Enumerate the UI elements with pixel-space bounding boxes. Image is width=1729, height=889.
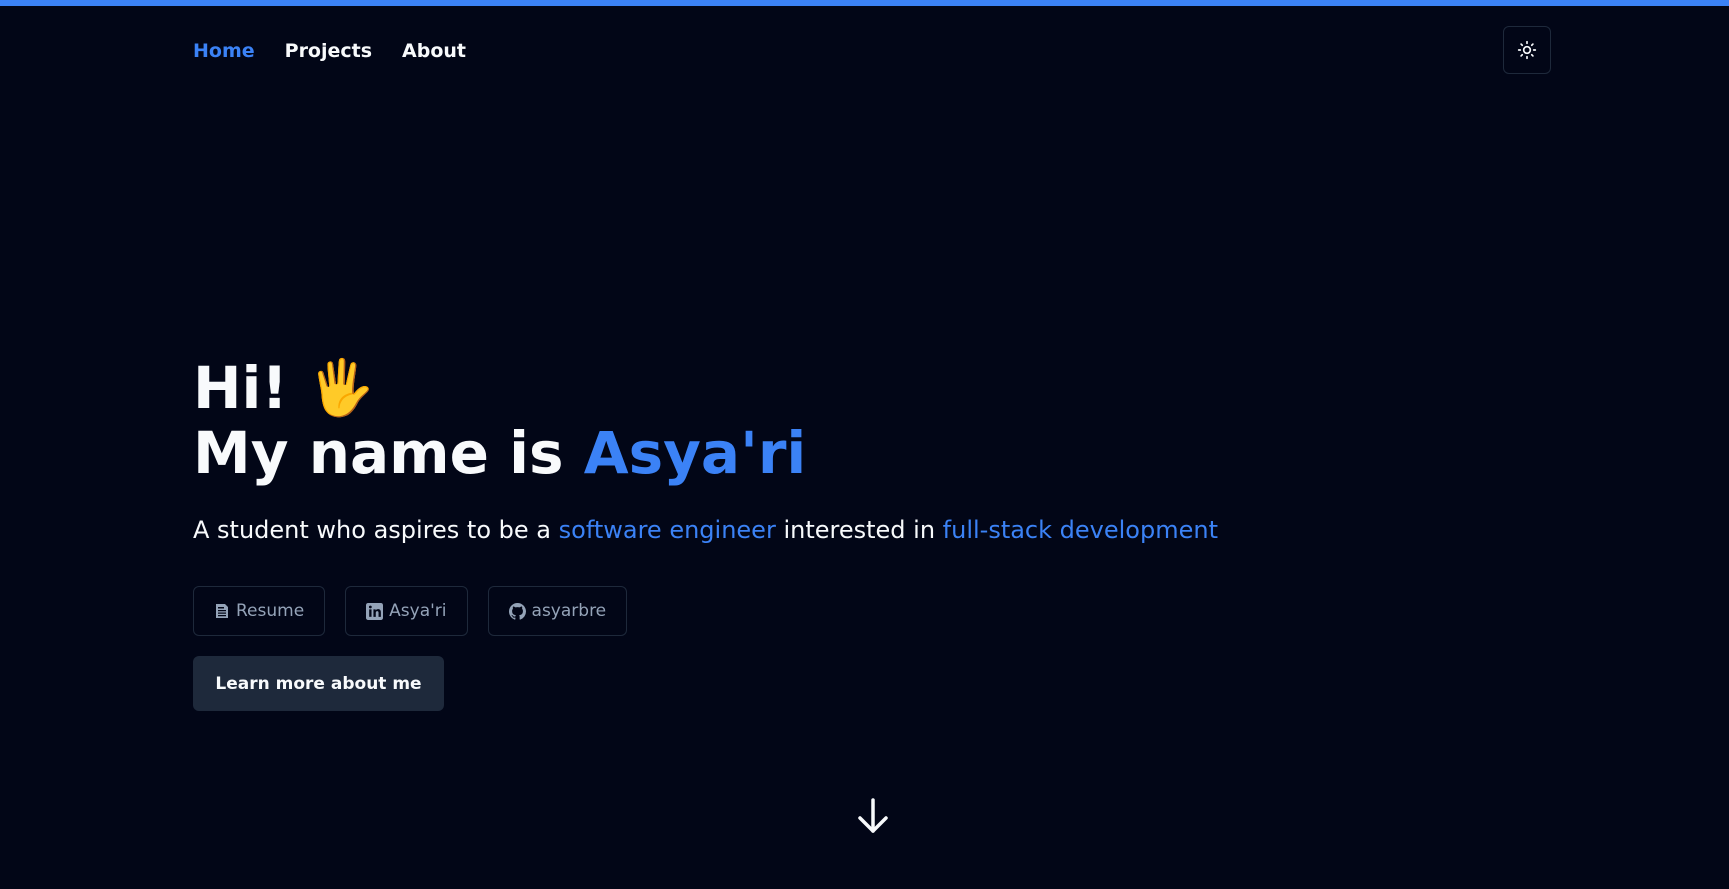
linkedin-icon	[366, 602, 384, 620]
tagline-part1: A student who aspires to be a	[193, 516, 559, 544]
github-button[interactable]: asyarbre	[487, 586, 628, 636]
waving-hand-icon: 🖐️	[307, 356, 376, 419]
name-highlight: Asya'ri	[583, 419, 807, 487]
github-icon	[508, 602, 526, 620]
sun-icon	[1517, 40, 1537, 60]
scroll-down-button[interactable]	[855, 797, 891, 835]
greeting-heading: Hi! 🖐️	[193, 356, 1218, 420]
nav-item-home[interactable]: Home	[193, 40, 255, 62]
resume-label: Resume	[236, 601, 305, 621]
hero-section: Hi! 🖐️ My name is Asya'ri A student who …	[193, 356, 1218, 546]
social-links: Resume Asya'ri asyarbre	[193, 586, 628, 636]
theme-toggle-button[interactable]	[1503, 26, 1551, 74]
top-accent-bar	[0, 0, 1729, 6]
github-label: asyarbre	[531, 601, 607, 621]
tagline-highlight-field: full-stack development	[942, 516, 1218, 544]
linkedin-button[interactable]: Asya'ri	[345, 586, 468, 636]
document-icon	[216, 604, 228, 618]
name-prefix: My name is	[193, 419, 584, 487]
linkedin-label: Asya'ri	[389, 601, 447, 621]
tagline-part2: interested in	[775, 516, 943, 544]
nav-item-projects[interactable]: Projects	[285, 40, 372, 62]
resume-button[interactable]: Resume	[193, 586, 326, 636]
main-nav: Home Projects About	[193, 40, 466, 62]
tagline: A student who aspires to be a software e…	[193, 514, 1218, 546]
arrow-down-icon	[858, 798, 888, 833]
name-heading: My name is Asya'ri	[193, 420, 1218, 486]
greeting-text: Hi!	[193, 354, 288, 422]
learn-more-button[interactable]: Learn more about me	[193, 656, 444, 711]
tagline-highlight-role: software engineer	[558, 516, 776, 544]
nav-item-about[interactable]: About	[402, 40, 466, 62]
